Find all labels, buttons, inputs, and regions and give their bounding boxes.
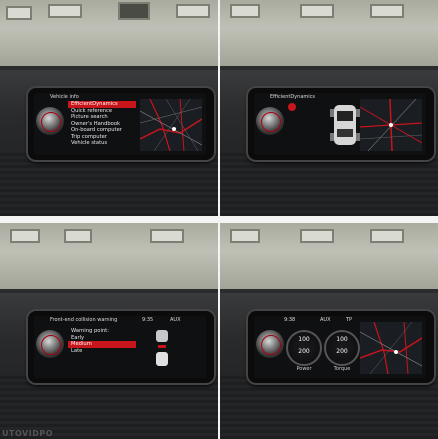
map-roads: [360, 99, 422, 151]
photo-grid: Vehicle info EfficientDynamics Quick ref…: [0, 0, 438, 439]
controller-ring: [41, 335, 61, 355]
map-roads: [140, 99, 202, 151]
car-energy-flow-icon: [328, 101, 362, 149]
idrive-screen: EfficientDynamics: [254, 93, 426, 155]
building-background: [0, 0, 218, 70]
navigation-map[interactable]: [360, 99, 422, 151]
menu-item-vehicle-status[interactable]: Vehicle status: [68, 140, 136, 147]
window: [6, 6, 32, 20]
position-marker-icon: [389, 123, 393, 127]
traffic-program: TP: [346, 317, 353, 323]
photo-panel-efficientdynamics: EfficientDynamics: [220, 0, 438, 216]
clock: 9:35: [142, 317, 154, 323]
clock: 9:38: [284, 317, 296, 323]
power-label: Power: [296, 366, 312, 372]
eco-indicator-icon: [288, 103, 296, 111]
window: [230, 4, 260, 18]
navigation-map[interactable]: [140, 99, 202, 151]
position-marker-icon: [394, 350, 398, 354]
window: [370, 229, 404, 243]
position-marker-icon: [172, 127, 176, 131]
audio-source: AUX: [170, 317, 181, 323]
option-late[interactable]: Late: [68, 348, 136, 355]
header-title: EfficientDynamics: [270, 94, 315, 100]
header-title: Vehicle info: [50, 94, 79, 100]
collision-cars-icon: [152, 328, 172, 368]
warning-point-menu: Warning point: Early Medium Late: [68, 328, 136, 354]
photo-panel-collision-warning: Front-end collision warning 9:35 AUX War…: [0, 223, 218, 439]
navigation-map[interactable]: [360, 322, 422, 374]
window: [64, 229, 92, 243]
building-background: [220, 223, 438, 293]
torque-gauge: 100 200: [324, 330, 360, 366]
header-title: Front-end collision warning: [50, 317, 118, 323]
status-bar: Front-end collision warning 9:35 AUX: [34, 316, 206, 324]
window: [150, 229, 184, 243]
window: [176, 4, 210, 18]
photo-panel-power-torque: 9:38 AUX TP 100 200 100 200 Power Torque: [220, 223, 438, 439]
window: [10, 229, 40, 243]
power-gauge: 100 200: [286, 330, 322, 366]
audio-source: AUX: [320, 317, 331, 323]
idrive-screen: 9:38 AUX TP 100 200 100 200 Power Torque: [254, 316, 426, 378]
window: [48, 4, 82, 18]
tick-label: 200: [336, 348, 348, 355]
window: [300, 4, 334, 18]
photo-panel-vehicle-info: Vehicle info EfficientDynamics Quick ref…: [0, 0, 218, 216]
window: [118, 2, 150, 20]
tick-label: 100: [298, 336, 310, 343]
watermark-text: UTOVIDPO: [2, 429, 54, 438]
idrive-screen: Front-end collision warning 9:35 AUX War…: [34, 316, 206, 378]
vehicle-info-menu: EfficientDynamics Quick reference Pictur…: [68, 101, 136, 147]
window: [230, 229, 260, 243]
building-background: [0, 223, 218, 293]
tick-label: 200: [298, 348, 310, 355]
tick-label: 100: [336, 336, 348, 343]
sport-displays: 100 200 100 200 Power Torque: [282, 324, 360, 374]
controller-ring: [41, 112, 61, 132]
controller-ring: [261, 112, 281, 132]
window: [370, 4, 404, 18]
map-roads: [360, 322, 422, 374]
building-background: [220, 0, 438, 70]
torque-label: Torque: [333, 366, 351, 372]
idrive-screen: Vehicle info EfficientDynamics Quick ref…: [34, 93, 206, 155]
window: [300, 229, 334, 243]
controller-ring: [261, 335, 281, 355]
